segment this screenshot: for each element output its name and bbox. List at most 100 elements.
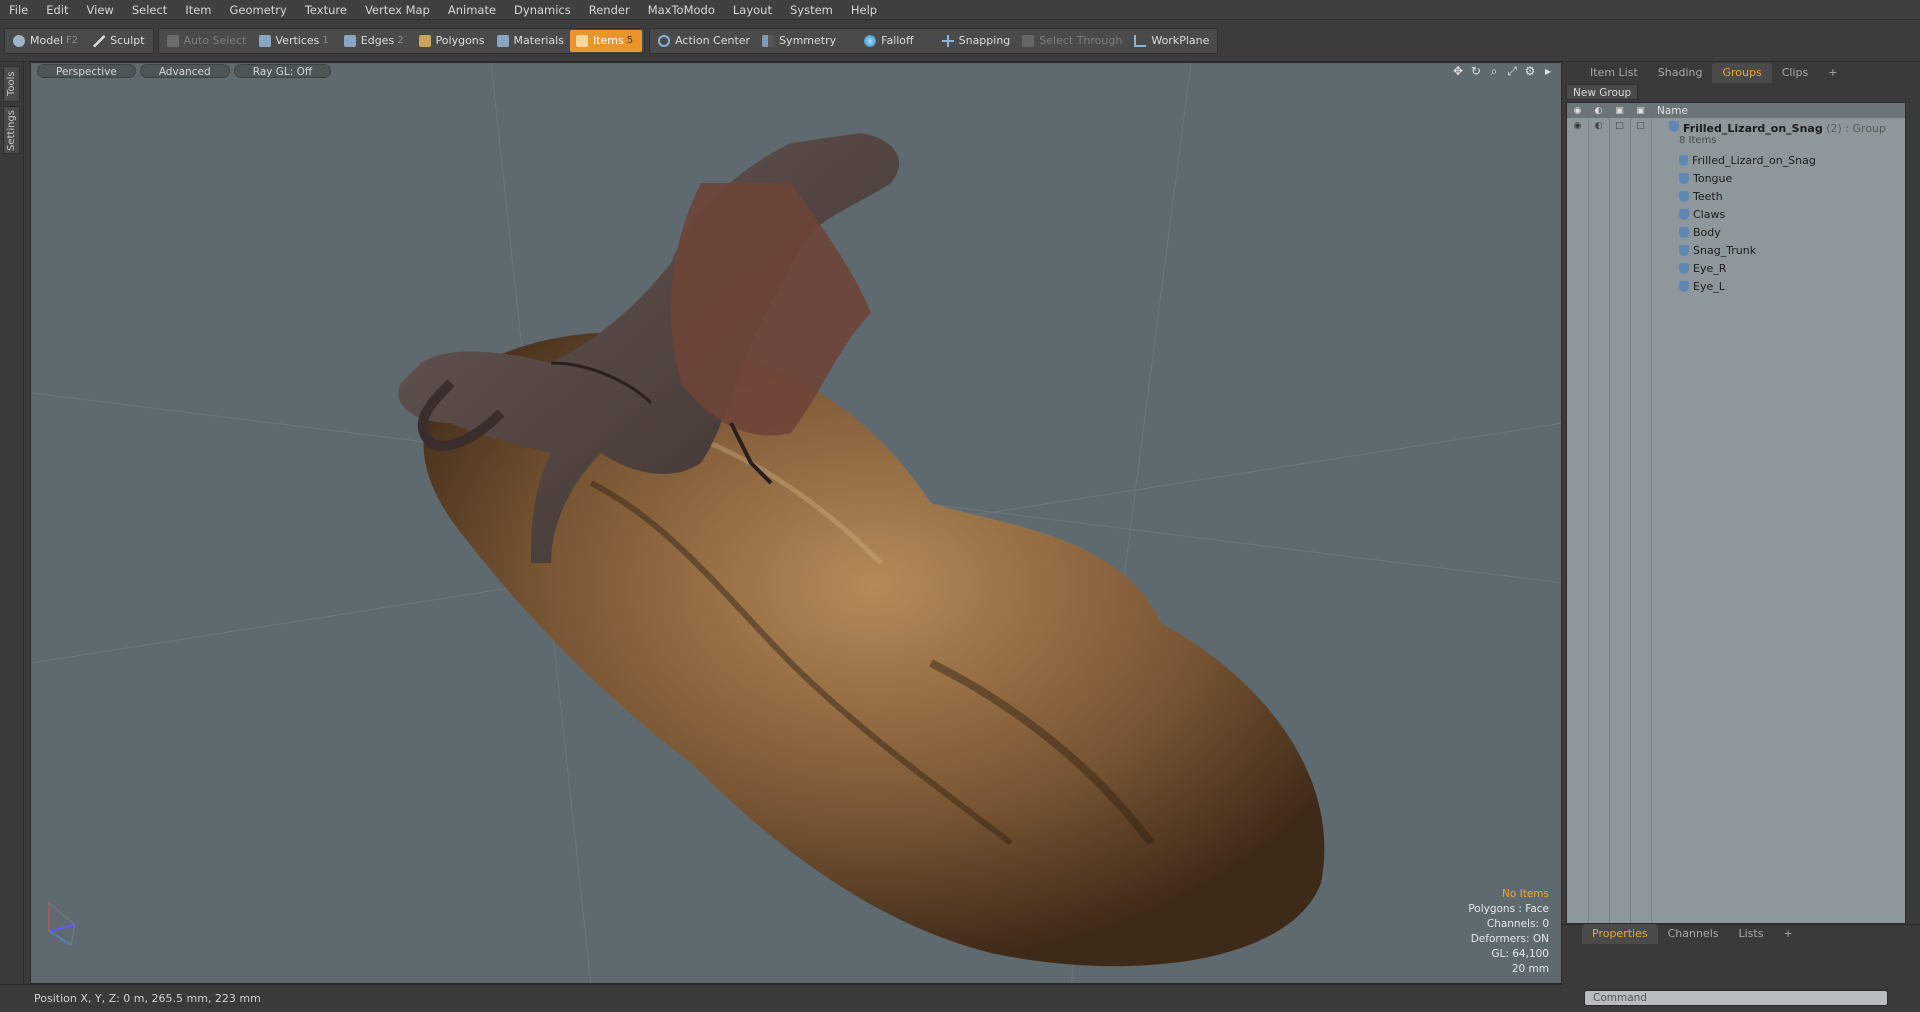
3d-viewport[interactable]: Perspective Advanced Ray GL: Off ✥ ↻ ⌕ ⤢…: [30, 62, 1562, 984]
name-column-header[interactable]: Name: [1657, 105, 1688, 117]
render-toggle-icon[interactable]: ◐: [1588, 121, 1609, 131]
maximize-icon[interactable]: ⤢: [1505, 64, 1519, 78]
item-label: Tongue: [1693, 171, 1733, 185]
list-item[interactable]: Frilled_Lizard_on_Snag: [1567, 151, 1905, 169]
list-item[interactable]: Eye_L: [1567, 277, 1905, 295]
edges-key: 2: [397, 35, 404, 46]
model-label: Model: [30, 34, 64, 47]
item-label: Body: [1693, 225, 1721, 239]
visibility-column-icon[interactable]: ◉: [1567, 106, 1588, 116]
items-icon: [575, 34, 588, 47]
position-readout: Position X, Y, Z: 0 m, 265.5 mm, 223 mm: [34, 992, 261, 1005]
group-count: 8 Items: [1679, 135, 1717, 146]
mesh-icon: [1679, 208, 1689, 220]
menu-edit[interactable]: Edit: [37, 0, 77, 20]
menu-item[interactable]: Item: [176, 0, 220, 20]
tab-tools[interactable]: Tools: [3, 66, 20, 102]
add-tab-button[interactable]: +: [1773, 924, 1802, 944]
shading-mode-button[interactable]: Advanced: [139, 64, 230, 78]
list-item[interactable]: Body: [1567, 223, 1905, 241]
scene-canvas[interactable]: [31, 63, 1562, 984]
list-item[interactable]: Eye_R: [1567, 259, 1905, 277]
menu-system[interactable]: System: [781, 0, 842, 20]
tab-settings[interactable]: Settings: [3, 106, 20, 154]
menu-view[interactable]: View: [78, 0, 123, 20]
menu-maxtomodo[interactable]: MaxToModo: [639, 0, 724, 20]
group-row[interactable]: ◉ ◐ □ □ Frilled_Lizard_on_Snag (2) : Gro…: [1567, 119, 1905, 149]
workplane-button[interactable]: WorkPlane: [1128, 30, 1215, 52]
tab-channels[interactable]: Channels: [1658, 924, 1729, 944]
vertices-button[interactable]: Vertices 1: [253, 30, 338, 52]
group-label: Frilled_Lizard_on_Snag (2) : Group 8 Ite…: [1669, 121, 1886, 146]
action-center-button[interactable]: Action Center: [652, 30, 756, 52]
select-checkbox[interactable]: □: [1630, 121, 1651, 131]
select-through-icon: [1022, 34, 1035, 47]
menu-layout[interactable]: Layout: [724, 0, 781, 20]
group-icon: [1669, 121, 1679, 132]
rotate-icon[interactable]: ↻: [1469, 64, 1483, 78]
mesh-icon: [1679, 262, 1689, 274]
edges-button[interactable]: Edges 2: [338, 30, 413, 52]
tab-lists[interactable]: Lists: [1729, 924, 1774, 944]
render-column-icon[interactable]: ◐: [1588, 106, 1609, 116]
group-suffix: (2) : Group: [1826, 122, 1887, 135]
polygons-button[interactable]: Polygons: [413, 30, 491, 52]
pan-icon[interactable]: ✥: [1451, 64, 1465, 78]
menu-geometry[interactable]: Geometry: [221, 0, 296, 20]
lock-checkbox[interactable]: □: [1609, 121, 1630, 131]
materials-label: Materials: [513, 34, 564, 47]
model-button[interactable]: Model F2: [7, 30, 87, 52]
list-item[interactable]: Snag_Trunk: [1567, 241, 1905, 259]
snapping-button[interactable]: Snapping: [936, 30, 1017, 52]
auto-select-button[interactable]: Auto Select: [161, 30, 253, 52]
lock-column-icon[interactable]: ▣: [1609, 106, 1630, 116]
new-group-button[interactable]: New Group: [1566, 84, 1639, 100]
falloff-label: Falloff: [881, 34, 914, 47]
left-tab-strip: Tools Settings: [0, 62, 24, 984]
polygons-label: Polygons: [435, 34, 485, 47]
list-item[interactable]: Claws: [1567, 205, 1905, 223]
list-item[interactable]: Teeth: [1567, 187, 1905, 205]
viewport-nav-icons: ✥ ↻ ⌕ ⤢ ⚙ ▸: [1447, 64, 1555, 78]
tab-properties[interactable]: Properties: [1582, 923, 1658, 944]
menu-file[interactable]: File: [0, 0, 37, 20]
falloff-button[interactable]: Falloff: [858, 30, 935, 52]
menu-texture[interactable]: Texture: [296, 0, 356, 20]
model-icon: [13, 34, 25, 47]
item-label: Teeth: [1693, 189, 1723, 203]
edges-icon: [343, 34, 356, 47]
tab-groups[interactable]: Groups: [1712, 63, 1772, 83]
eye-icon[interactable]: ◉: [1567, 121, 1588, 131]
viewport-stats: No Items Polygons : Face Channels: 0 Def…: [1468, 887, 1549, 977]
select-column-icon[interactable]: ▣: [1630, 106, 1651, 116]
symmetry-button[interactable]: Symmetry: [756, 30, 858, 52]
viewport-header: Perspective Advanced Ray GL: Off: [31, 63, 1561, 79]
view-mode-button[interactable]: Perspective: [37, 64, 136, 78]
tab-item-list[interactable]: Item List: [1580, 63, 1648, 83]
command-input[interactable]: Command: [1584, 990, 1888, 1006]
item-label: Eye_L: [1693, 279, 1725, 293]
polygons-icon: [418, 34, 431, 47]
sculpt-button[interactable]: Sculpt: [87, 30, 150, 52]
zoom-icon[interactable]: ⌕: [1487, 64, 1501, 78]
group-name: Frilled_Lizard_on_Snag: [1683, 122, 1823, 135]
sculpt-label: Sculpt: [110, 34, 145, 47]
add-tab-button[interactable]: +: [1818, 63, 1847, 83]
select-through-button[interactable]: Select Through: [1016, 30, 1128, 52]
menu-dynamics[interactable]: Dynamics: [505, 0, 580, 20]
menu-vertex-map[interactable]: Vertex Map: [356, 0, 439, 20]
tab-clips[interactable]: Clips: [1772, 63, 1819, 83]
materials-button[interactable]: Materials: [491, 30, 570, 52]
menu-help[interactable]: Help: [842, 0, 886, 20]
menu-select[interactable]: Select: [123, 0, 176, 20]
menu-animate[interactable]: Animate: [439, 0, 505, 20]
tab-shading[interactable]: Shading: [1648, 63, 1713, 83]
gear-icon[interactable]: ⚙: [1523, 64, 1537, 78]
list-item[interactable]: Tongue: [1567, 169, 1905, 187]
stat-scale: 20 mm: [1511, 963, 1549, 975]
item-label: Claws: [1693, 207, 1726, 221]
raygl-button[interactable]: Ray GL: Off: [233, 64, 332, 78]
play-arrow-icon[interactable]: ▸: [1541, 64, 1555, 78]
menu-render[interactable]: Render: [580, 0, 639, 20]
items-button[interactable]: Items 5: [569, 29, 643, 52]
